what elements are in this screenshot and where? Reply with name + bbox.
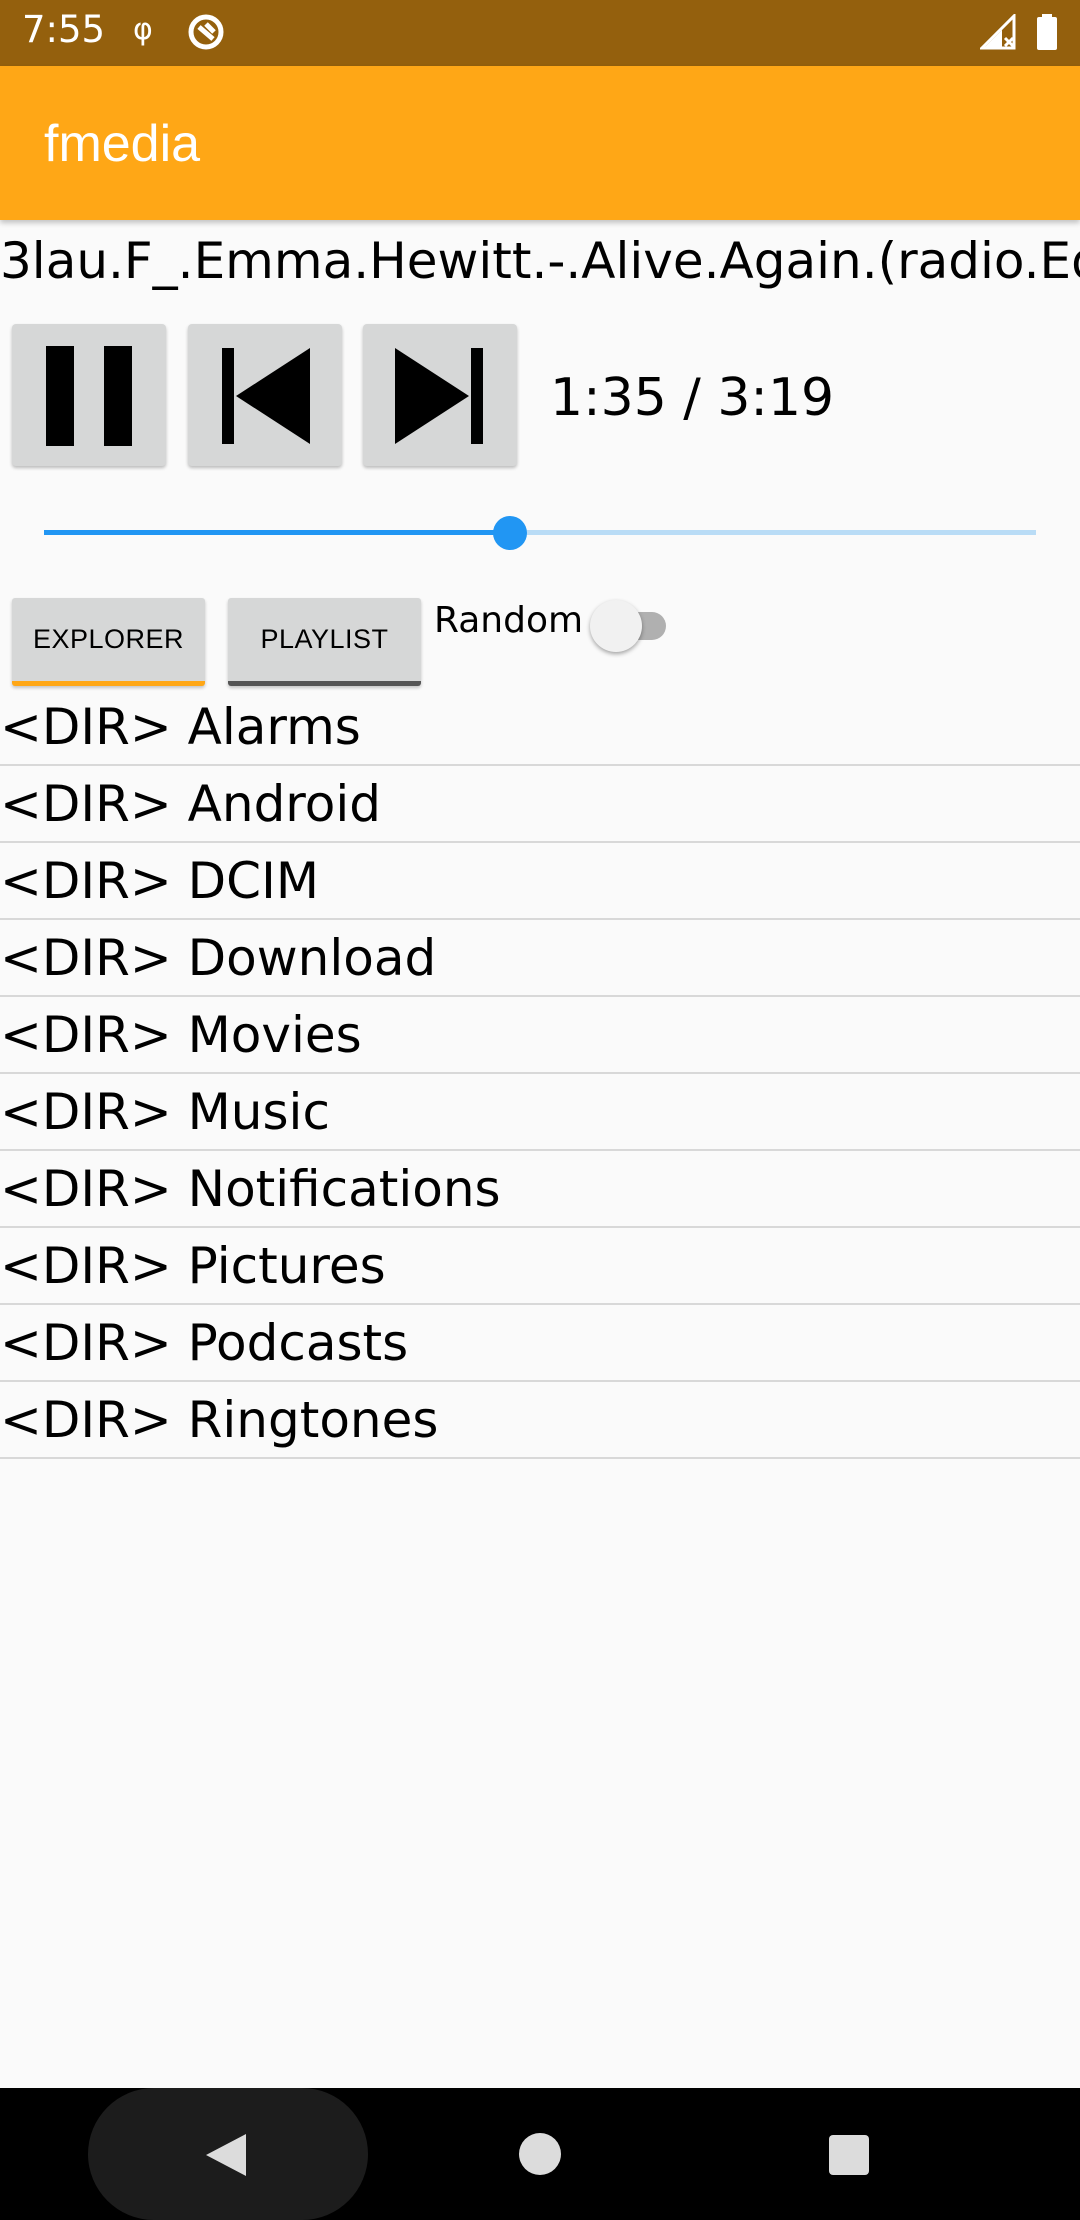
seek-bar[interactable] xyxy=(44,514,1036,550)
app-title: fmedia xyxy=(44,115,201,173)
circle-logo-icon xyxy=(188,14,224,50)
list-item[interactable]: <DIR> DCIM xyxy=(0,843,1080,920)
list-item[interactable]: <DIR> Movies xyxy=(0,997,1080,1074)
track-title: 3lau.F_.Emma.Hewitt.-.Alive.Again.(radio… xyxy=(0,232,1080,290)
seek-thumb[interactable] xyxy=(493,516,528,550)
recents-icon[interactable] xyxy=(829,2135,869,2175)
random-toggle-thumb xyxy=(590,600,642,652)
file-list: <DIR> Alarms <DIR> Android <DIR> DCIM <D… xyxy=(0,689,1080,1459)
phi-notification-icon: φ xyxy=(133,12,153,47)
app-bar: fmedia xyxy=(0,66,1080,220)
status-bar: 7:55 φ xyxy=(0,0,1080,66)
list-item[interactable]: <DIR> Ringtones xyxy=(0,1382,1080,1459)
list-item[interactable]: <DIR> Notifications xyxy=(0,1151,1080,1228)
list-item[interactable]: <DIR> Download xyxy=(0,920,1080,997)
list-item[interactable]: <DIR> Pictures xyxy=(0,1228,1080,1305)
next-icon xyxy=(395,348,483,444)
signal-icon xyxy=(980,14,1016,50)
previous-button[interactable] xyxy=(188,324,342,466)
playlist-tab[interactable]: PLAYLIST xyxy=(228,598,421,686)
random-toggle[interactable] xyxy=(590,600,676,652)
list-item[interactable]: <DIR> Music xyxy=(0,1074,1080,1151)
explorer-tab[interactable]: EXPLORER xyxy=(12,598,205,686)
pause-icon xyxy=(46,346,132,446)
pause-button[interactable] xyxy=(12,324,166,466)
battery-icon xyxy=(1037,14,1057,50)
previous-icon xyxy=(222,348,310,444)
navigation-bar xyxy=(0,2088,1080,2220)
list-item[interactable]: <DIR> Alarms xyxy=(0,689,1080,766)
status-time: 7:55 xyxy=(22,8,106,51)
random-label: Random xyxy=(434,600,584,641)
list-item[interactable]: <DIR> Android xyxy=(0,766,1080,843)
seek-progress xyxy=(44,530,511,535)
back-icon[interactable] xyxy=(204,2132,248,2178)
list-item[interactable]: <DIR> Podcasts xyxy=(0,1305,1080,1382)
next-button[interactable] xyxy=(363,324,517,466)
home-icon[interactable] xyxy=(519,2133,561,2175)
time-display: 1:35 / 3:19 xyxy=(550,368,835,428)
